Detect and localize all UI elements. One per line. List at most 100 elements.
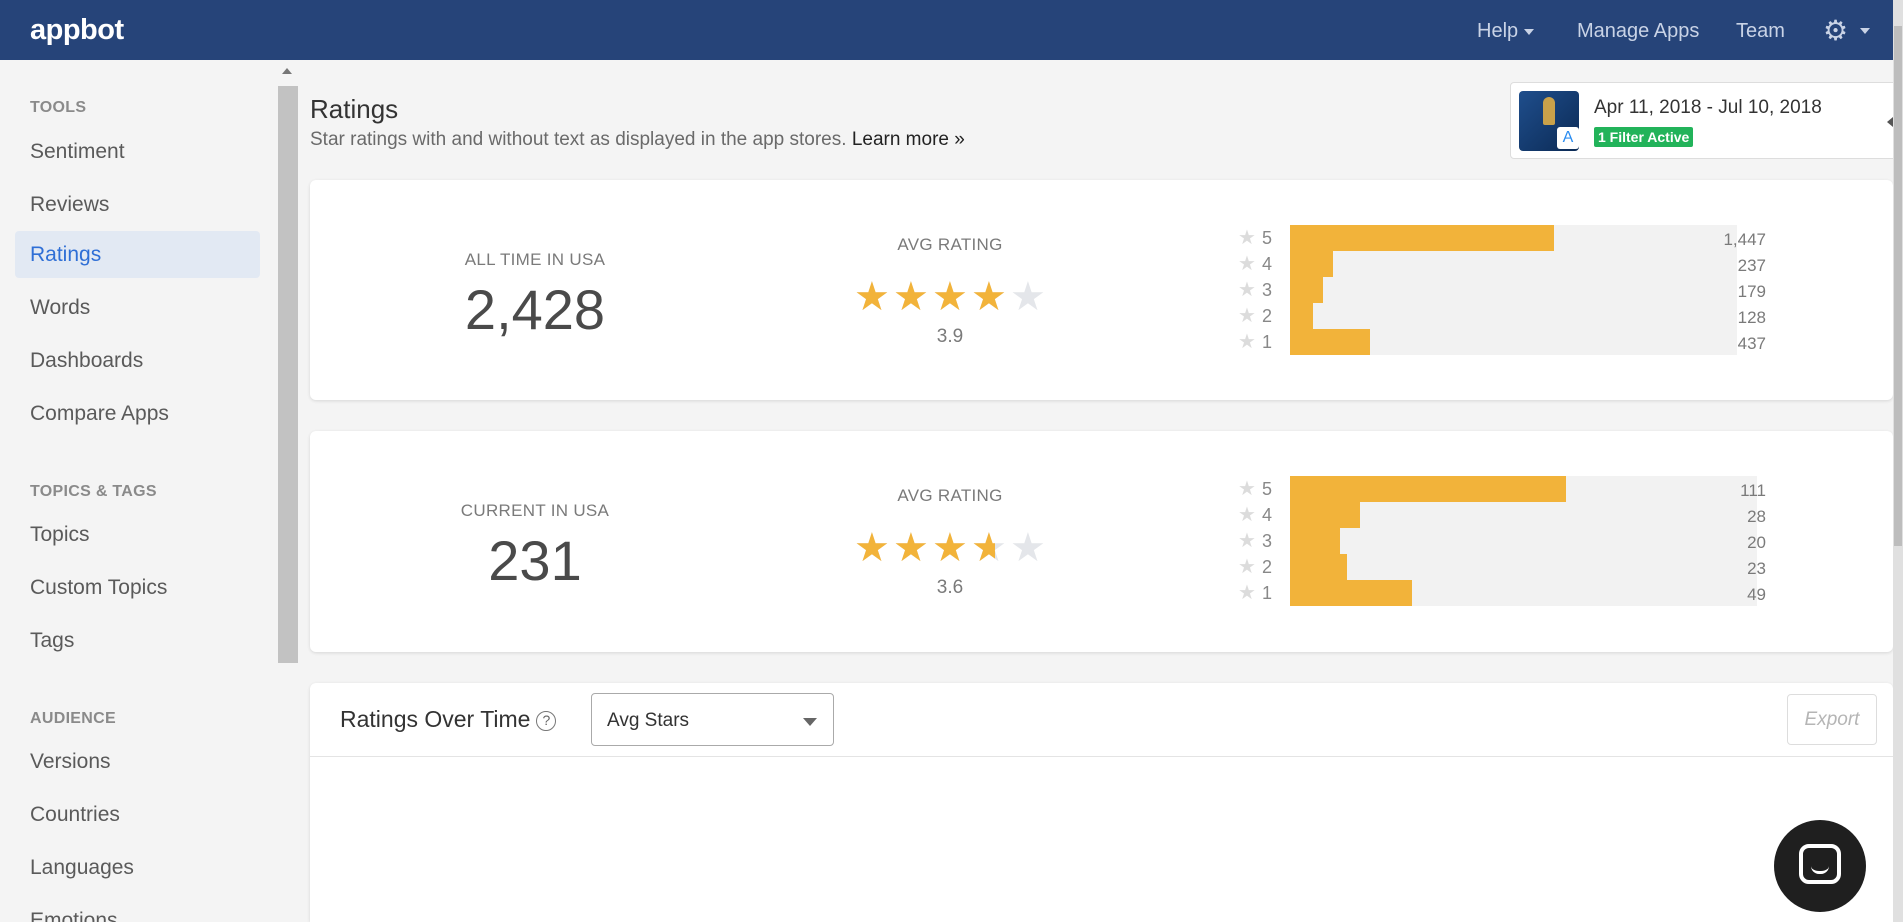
distribution-bar — [1290, 303, 1314, 329]
sidebar-scrollbar-thumb[interactable] — [278, 86, 298, 663]
distribution-bar-track — [1290, 476, 1757, 502]
sidebar-heading-tools: TOOLS — [30, 99, 87, 116]
sidebar-item-ratings[interactable]: Ratings — [15, 231, 260, 278]
distribution-bar-track — [1290, 277, 1737, 303]
chevron-down-icon[interactable] — [1860, 28, 1870, 34]
all-time-label: ALL TIME IN USA — [464, 250, 606, 269]
help-menu[interactable]: Help — [1477, 20, 1535, 43]
current-label: CURRENT IN USA — [460, 501, 610, 520]
sidebar-item-reviews[interactable]: Reviews — [15, 181, 260, 228]
avg-rating-label: AVG RATING — [897, 235, 1003, 254]
chat-launcher-button[interactable] — [1774, 820, 1866, 912]
avg-star-rating: ★ ★ ★ ★ ★ ★ ★ ★ ★ — [854, 277, 1054, 317]
distribution-row: ★ 2 23 — [1238, 554, 1798, 580]
star-filled-icon: ★ — [971, 277, 1007, 317]
star-icon: ★ — [1238, 305, 1256, 327]
sidebar-item-versions[interactable]: Versions — [15, 738, 260, 785]
star-level-label: 3 — [1262, 280, 1273, 300]
star-icon: ★ — [1238, 530, 1256, 552]
distribution-row: ★ 2 128 — [1238, 303, 1798, 329]
question-circle-icon[interactable]: ? — [536, 710, 557, 731]
sidebar-item-languages[interactable]: Languages — [15, 844, 260, 891]
distribution-bar-track — [1290, 554, 1757, 580]
sidebar-item-topics[interactable]: Topics — [15, 511, 260, 558]
distribution-count: 111 — [1740, 481, 1766, 500]
sidebar-item-compare-apps[interactable]: Compare Apps — [15, 390, 260, 437]
help-label: Help — [1477, 20, 1519, 42]
star-icon: ★ — [1010, 275, 1046, 319]
chevron-down-icon — [1524, 28, 1535, 35]
star-icon: ★ — [1010, 526, 1046, 570]
star-icon: ★ — [1238, 279, 1256, 301]
ratings-over-time-title: Ratings Over Time? — [340, 706, 557, 733]
date-range[interactable]: Apr 11, 2018 - Jul 10, 2018 — [1594, 97, 1822, 119]
star-level-label: 1 — [1262, 332, 1273, 352]
export-button[interactable]: Export — [1787, 694, 1877, 745]
star-icon: ★ — [1238, 556, 1256, 578]
distribution-count: 437 — [1737, 334, 1766, 353]
all-time-total: 2,428 — [464, 278, 606, 341]
page-scrollbar-thumb[interactable] — [1894, 26, 1902, 546]
distribution-row: ★ 1 437 — [1238, 329, 1798, 355]
distribution-count: 237 — [1737, 256, 1766, 275]
sidebar-item-emotions[interactable]: Emotions — [15, 897, 260, 922]
learn-more-link[interactable]: Learn more » — [852, 129, 965, 150]
chevron-down-icon — [803, 718, 817, 726]
scroll-up-arrow-icon[interactable] — [282, 68, 292, 74]
filter-panel[interactable]: A Apr 11, 2018 - Jul 10, 2018 1 Filter A… — [1510, 82, 1898, 159]
distribution-bar — [1290, 580, 1412, 606]
sidebar: TOOLS Sentiment Reviews Ratings Words Da… — [0, 60, 278, 922]
chat-smile — [1811, 866, 1829, 874]
distribution-row: ★ 5 1,447 — [1238, 225, 1798, 251]
sidebar-item-sentiment[interactable]: Sentiment — [15, 128, 260, 175]
distribution-row: ★ 5 111 — [1238, 476, 1798, 502]
distribution-row: ★ 3 20 — [1238, 528, 1798, 554]
distribution-row: ★ 1 49 — [1238, 580, 1798, 606]
all-time-ratings-card: ALL TIME IN USA 2,428 AVG RATING ★ ★ ★ ★ ★ ★ ★… — [310, 180, 1893, 400]
distribution-row: ★ 4 28 — [1238, 502, 1798, 528]
star-filled-icon: ★ — [854, 277, 890, 317]
distribution-bar — [1290, 528, 1340, 554]
distribution-bar-track — [1290, 303, 1737, 329]
sidebar-item-tags[interactable]: Tags — [15, 617, 260, 664]
sidebar-item-custom-topics[interactable]: Custom Topics — [15, 564, 260, 611]
manage-apps-link[interactable]: Manage Apps — [1577, 20, 1699, 43]
distribution-bar-track — [1290, 580, 1757, 606]
star-icon: ★ — [1238, 582, 1256, 604]
sidebar-item-countries[interactable]: Countries — [15, 791, 260, 838]
star-icon: ★ — [1238, 331, 1256, 353]
distribution-bar-track — [1290, 329, 1737, 355]
star-filled-icon: ★ — [854, 528, 890, 568]
distribution-bar — [1290, 329, 1370, 355]
star-icon: ★ — [1238, 478, 1256, 500]
distribution-bar — [1290, 554, 1348, 580]
metric-select[interactable]: Avg Stars — [591, 693, 834, 746]
star-icon: ★ — [1238, 227, 1256, 249]
filter-active-badge[interactable]: 1 Filter Active — [1594, 127, 1694, 147]
avg-rating-value: 3.6 — [936, 577, 964, 598]
team-link[interactable]: Team — [1736, 20, 1785, 43]
page-title: Ratings — [310, 94, 399, 124]
star-filled-icon: ★ — [932, 277, 968, 317]
avg-rating-value: 3.9 — [936, 326, 964, 347]
distribution-bar — [1290, 225, 1554, 251]
distribution-count: 20 — [1747, 533, 1766, 552]
gear-icon[interactable]: ⚙ — [1823, 14, 1848, 47]
divider — [310, 756, 1893, 757]
distribution-bar-track — [1290, 251, 1737, 277]
app-store-icon: A — [1557, 127, 1579, 149]
distribution-count: 49 — [1747, 585, 1766, 604]
star-level-label: 1 — [1262, 583, 1273, 603]
sidebar-item-words[interactable]: Words — [15, 284, 260, 331]
star-level-label: 2 — [1262, 557, 1273, 577]
star-icon: ★ — [1238, 253, 1256, 275]
metric-select-value: Avg Stars — [607, 710, 690, 731]
distribution-bar — [1290, 476, 1566, 502]
sidebar-item-dashboards[interactable]: Dashboards — [15, 337, 260, 384]
star-filled-icon: ★ — [893, 277, 929, 317]
current-total: 231 — [488, 529, 582, 592]
appbot-logo[interactable]: appbot — [30, 14, 124, 47]
distribution-count: 179 — [1737, 282, 1766, 301]
star-level-label: 5 — [1262, 479, 1273, 499]
star-level-label: 3 — [1262, 531, 1273, 551]
